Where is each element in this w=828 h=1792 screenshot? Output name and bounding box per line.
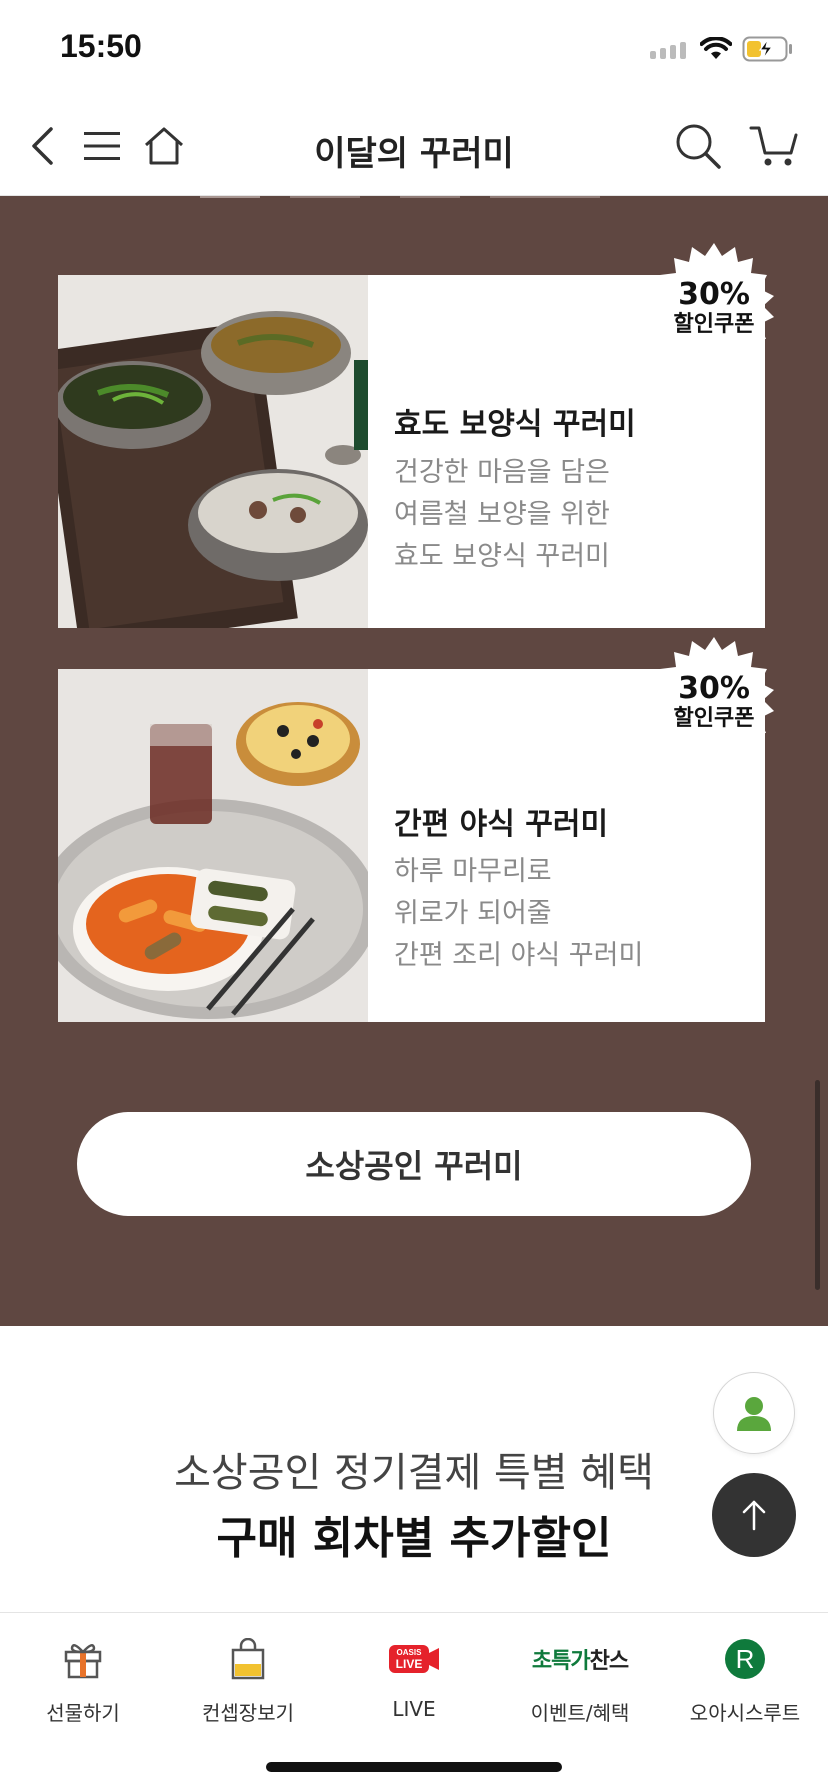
- discount-coupon-badge: 30% 할인쿠폰: [649, 637, 779, 767]
- profile-button[interactable]: [713, 1372, 795, 1454]
- oasis-live-top-text: OASIS: [397, 1648, 423, 1657]
- status-bar: 15:50: [0, 0, 828, 100]
- nav-label: 컨셉장보기: [202, 1701, 294, 1725]
- wifi-icon: [700, 37, 732, 59]
- search-icon: [676, 124, 721, 169]
- small-business-bundle-button[interactable]: 소상공인 꾸러미: [77, 1112, 751, 1216]
- search-button[interactable]: [670, 118, 726, 174]
- card-description: 하루 마무리로 위로가 되어줄 간편 조리 야식 꾸러미: [394, 851, 643, 977]
- chance-icon: 초특가 찬스: [531, 1627, 629, 1691]
- scroll-to-top-button[interactable]: [712, 1473, 796, 1557]
- card-desc-line: 여름철 보양을 위한: [394, 499, 610, 530]
- cart-button[interactable]: [746, 118, 802, 174]
- nav-label: LIVE: [392, 1697, 436, 1721]
- badge-percent: 30%: [678, 277, 750, 312]
- discount-coupon-badge: 30% 할인쿠폰: [649, 243, 779, 373]
- soup-bowls-photo: [58, 275, 368, 628]
- snack-food-photo: [58, 669, 368, 1022]
- card-description: 건강한 마음을 담은 여름철 보양을 위한 효도 보양식 꾸러미: [394, 452, 610, 578]
- battery-charging-icon: [742, 36, 792, 62]
- card-desc-line: 간편 조리 야식 꾸러미: [394, 940, 644, 971]
- benefit-title: 구매 회차별 추가할인: [216, 1513, 612, 1564]
- card-title: 간편 야식 꾸러미: [394, 807, 609, 842]
- badge-label: 할인쿠폰: [673, 312, 755, 337]
- gift-icon: [64, 1644, 102, 1679]
- card-desc-line: 효도 보양식 꾸러미: [394, 541, 610, 572]
- nav-label: 오아시스루트: [689, 1701, 801, 1725]
- card-title: 효도 보양식 꾸러미: [394, 407, 636, 442]
- card-desc-line: 하루 마무리로: [394, 856, 552, 887]
- badge-percent: 30%: [678, 671, 750, 706]
- status-icons: [650, 34, 794, 64]
- cropped-heading-decoration: [200, 196, 620, 212]
- nav-item-live[interactable]: OASIS LIVE LIVE: [331, 1627, 497, 1737]
- benefit-subtitle: 소상공인 정기결제 특별 혜택: [174, 1450, 654, 1496]
- bundle-promo-section: 효도 보양식 꾸러미 건강한 마음을 담은 여름철 보양을 위한 효도 보양식 …: [0, 196, 828, 1326]
- home-indicator: [266, 1762, 562, 1772]
- chance-icon-text-a: 초특가: [531, 1649, 591, 1674]
- route-r-icon: R: [725, 1639, 765, 1679]
- card-desc-line: 건강한 마음을 담은: [394, 457, 610, 488]
- chance-icon-text-b: 찬스: [589, 1649, 629, 1674]
- app-header: 이달의 꾸러미: [0, 100, 828, 196]
- cart-icon: [749, 126, 798, 166]
- nav-label: 이벤트/혜택: [530, 1701, 630, 1725]
- nav-label: 선물하기: [46, 1701, 120, 1725]
- nav-item-gift[interactable]: 선물하기: [0, 1627, 166, 1737]
- route-r-letter: R: [736, 1644, 755, 1674]
- arrow-up-icon: [742, 1500, 766, 1531]
- nav-item-events[interactable]: 초특가 찬스 이벤트/혜택: [497, 1627, 663, 1737]
- card-desc-line: 위로가 되어줄: [394, 898, 552, 929]
- badge-label: 할인쿠폰: [673, 706, 755, 731]
- nav-item-concept-shopping[interactable]: 컨셉장보기: [165, 1627, 331, 1737]
- user-icon: [737, 1397, 771, 1431]
- oasis-live-icon: OASIS LIVE: [389, 1645, 439, 1673]
- oasis-live-bottom-text: LIVE: [396, 1657, 423, 1671]
- status-time: 15:50: [60, 28, 142, 64]
- shopping-bag-icon: [231, 1638, 265, 1680]
- cellular-signal-icon: [650, 42, 686, 59]
- nav-item-oasis-route[interactable]: R 오아시스루트: [662, 1627, 828, 1737]
- scrollbar[interactable]: [815, 1080, 820, 1290]
